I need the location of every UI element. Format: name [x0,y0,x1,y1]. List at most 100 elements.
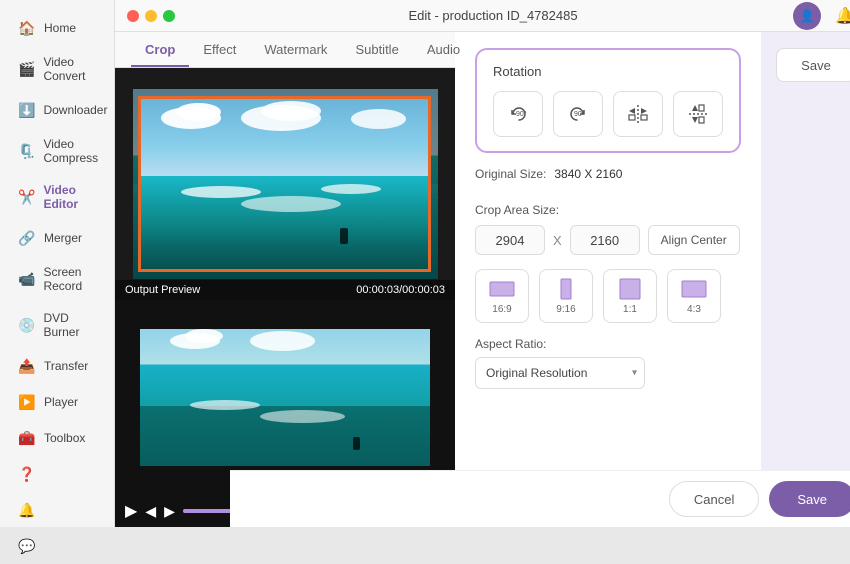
sidebar-item-toolbox[interactable]: 🧰 Toolbox [6,421,108,455]
timestamp: 00:00:03/00:00:03 [356,284,445,296]
toolbox-icon: 🧰 [18,429,36,447]
sidebar-item-help[interactable]: ❓ [6,457,108,491]
crop-area-inputs: X Align Center [475,225,741,255]
sidebar-item-notification[interactable]: 🔔 [6,493,108,527]
crop-frame[interactable] [138,96,431,272]
sidebar-item-video-compress[interactable]: 🗜️ Video Compress [6,129,108,173]
aspect-16-9-icon [488,278,516,300]
notification-bell-icon[interactable]: 🔔 [831,2,850,30]
crop-area-label: Crop Area Size: [475,203,741,217]
next-frame-button[interactable]: ▶ [164,503,175,520]
aspect-4-3-button[interactable]: 4:3 [667,269,721,323]
play-button[interactable]: ▶ [125,501,137,521]
rotate-ccw-icon: 90° [505,101,531,127]
svg-text:90°: 90° [574,110,585,118]
screen-record-icon: 📹 [18,270,35,288]
tab-effect[interactable]: Effect [189,32,250,67]
notification-icon: 🔔 [18,501,36,519]
video-convert-icon: 🎬 [18,60,35,78]
wave-2 [241,196,341,212]
output-label-bar: Output Preview 00:00:03/00:00:03 [115,280,455,300]
output-surfer [353,437,360,450]
aspect-1-1-icon [616,278,644,300]
prev-frame-button[interactable]: ◀ [145,503,156,520]
sidebar-item-feedback[interactable]: 💬 [6,529,108,563]
svg-text:90°: 90° [516,110,527,118]
aspect-9-16-icon [552,278,580,300]
sidebar-item-transfer[interactable]: 📤 Transfer [6,349,108,383]
maximize-button[interactable] [163,10,175,22]
surfer-silhouette [340,228,348,244]
window-title: Edit - production ID_4782485 [408,8,577,23]
aspect-16-9-label: 16:9 [492,304,511,315]
minimize-button[interactable] [145,10,157,22]
output-preview [115,300,455,495]
sidebar-item-toolbox-label: Toolbox [44,431,85,445]
cloud-2 [176,103,221,121]
output-cloud-3 [250,331,315,351]
sidebar-item-screen-record-label: Screen Record [43,265,96,293]
flip-h-icon [625,101,651,127]
bottom-bar: Cancel Save [230,470,850,527]
aspect-4-3-icon [680,278,708,300]
downloader-icon: ⬇️ [18,101,35,119]
close-button[interactable] [127,10,139,22]
tabs: Crop Effect Watermark Subtitle Audio [115,32,455,68]
sidebar-item-home[interactable]: 🏠 Home [6,11,108,45]
output-video-bg [140,315,430,480]
ocean-area [141,176,428,270]
aspect-1-1-button[interactable]: 1:1 [603,269,657,323]
right-side-panel: Save Start All [761,32,850,527]
sidebar-item-video-editor[interactable]: ✂️ Video Editor [6,175,108,219]
aspect-9-16-label: 9:16 [556,304,575,315]
save-button[interactable]: Save [769,481,850,517]
crop-separator: X [553,233,562,248]
sidebar-item-screen-record[interactable]: 📹 Screen Record [6,257,108,301]
flip-horizontal-button[interactable] [613,91,663,137]
main-window: Edit - production ID_4782485 👤 🔔 Crop Ef… [115,0,850,527]
flip-v-icon [685,101,711,127]
flip-vertical-button[interactable] [673,91,723,137]
sidebar-item-video-convert[interactable]: 🎬 Video Convert [6,47,108,91]
output-cloud-2 [185,329,223,343]
rotation-buttons: 90° 90° [493,91,723,137]
tab-audio[interactable]: Audio [413,32,474,67]
align-center-button[interactable]: Align Center [648,225,740,255]
aspect-16-9-button[interactable]: 16:9 [475,269,529,323]
output-label-text: Output Preview [125,284,200,296]
sidebar-item-downloader-label: Downloader [43,103,107,117]
aspect-ratio-select[interactable]: Original Resolution 16:9 9:16 4:3 1:1 21… [475,357,645,389]
wave-1 [181,186,261,198]
dvd-icon: 💿 [18,316,35,334]
sidebar-item-downloader[interactable]: ⬇️ Downloader [6,93,108,127]
sidebar: 🏠 Home 🎬 Video Convert ⬇️ Downloader 🗜️ … [0,0,115,527]
save-top-button[interactable]: Save [776,48,850,82]
sidebar-item-merger-label: Merger [44,231,82,245]
video-dim-bg [133,89,438,279]
sidebar-item-merger[interactable]: 🔗 Merger [6,221,108,255]
cloud-5 [351,109,406,129]
sidebar-item-player-label: Player [44,395,78,409]
window-controls [127,10,175,22]
sidebar-item-player[interactable]: ▶️ Player [6,385,108,419]
output-wave-1 [190,400,260,410]
rotate-ccw-button[interactable]: 90° [493,91,543,137]
tab-crop[interactable]: Crop [131,32,189,67]
crop-width-input[interactable] [475,225,545,255]
rotation-section: Rotation 90° 90° [475,48,741,153]
compress-icon: 🗜️ [18,142,35,160]
sky-area [141,99,428,176]
tab-watermark[interactable]: Watermark [250,32,341,67]
user-avatar[interactable]: 👤 [793,2,821,30]
aspect-ratio-label: Aspect Ratio: [475,337,741,351]
crop-area-section: Crop Area Size: X Align Center [475,203,741,255]
rotate-cw-button[interactable]: 90° [553,91,603,137]
aspect-9-16-button[interactable]: 9:16 [539,269,593,323]
tab-subtitle[interactable]: Subtitle [341,32,412,67]
merger-icon: 🔗 [18,229,36,247]
cancel-button[interactable]: Cancel [669,481,759,517]
sidebar-item-dvd-burner[interactable]: 💿 DVD Burner [6,303,108,347]
cloud-4 [261,101,321,121]
crop-height-input[interactable] [570,225,640,255]
wave-3 [321,184,381,194]
